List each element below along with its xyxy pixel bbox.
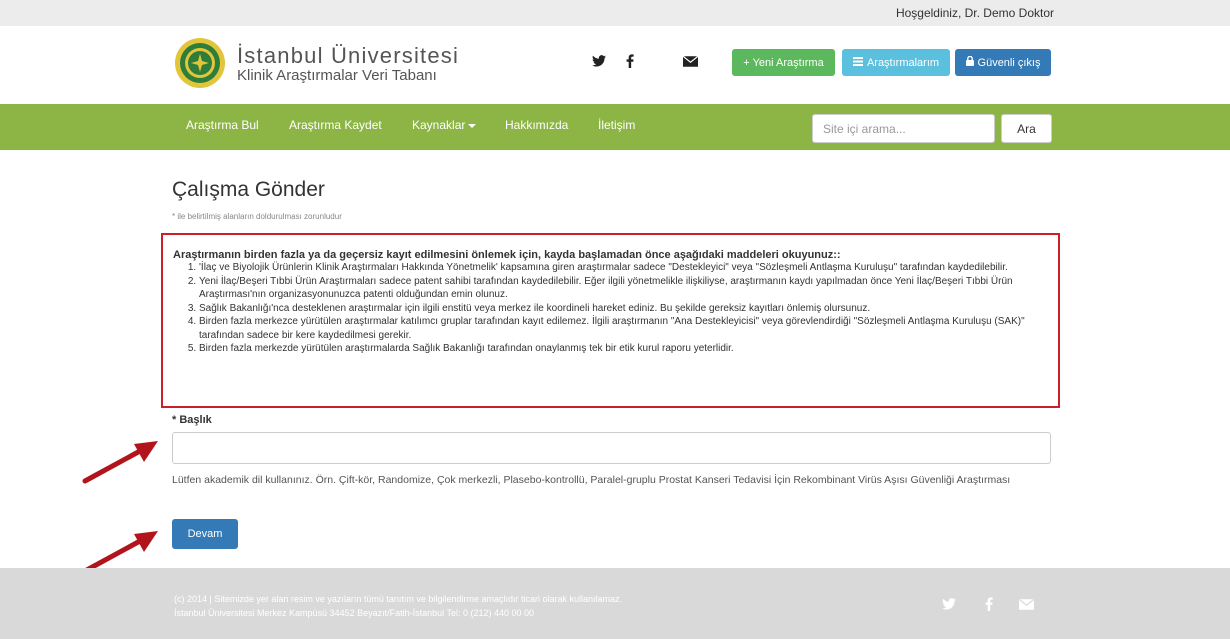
nav-item-about[interactable]: Hakkımızda — [505, 118, 568, 132]
nav-item-resources[interactable]: Kaynaklar — [412, 118, 477, 132]
notice-item: 'İlaç ve Biyolojik Ürünlerin Klinik Araş… — [199, 261, 1048, 275]
logout-label: Güvenli çıkış — [977, 56, 1041, 69]
nav-item-find-research[interactable]: Araştırma Bul — [186, 118, 259, 132]
footer-facebook-icon[interactable] — [980, 595, 998, 613]
warning-notice-box: Araştırmanın birden fazla ya da geçersiz… — [161, 233, 1060, 408]
welcome-text: Hoşgeldiniz, Dr. Demo Doktor — [895, 6, 1054, 20]
caret-down-icon — [468, 123, 477, 128]
title-input[interactable] — [172, 432, 1051, 464]
new-research-button[interactable]: + Yeni Araştırma — [732, 49, 835, 76]
facebook-icon[interactable] — [620, 51, 640, 71]
nav-item-contact[interactable]: İletişim — [598, 118, 635, 132]
site-footer: (c) 2014 | Sitemizde yer alan resim ve y… — [0, 568, 1230, 639]
new-research-label: + Yeni Araştırma — [743, 56, 824, 69]
notice-list: 'İlaç ve Biyolojik Ürünlerin Klinik Araş… — [199, 261, 1048, 356]
top-bar: Hoşgeldiniz, Dr. Demo Doktor — [0, 0, 1230, 26]
footer-envelope-icon[interactable] — [1017, 595, 1035, 613]
list-icon — [852, 56, 863, 69]
title-field-label: * Başlık — [172, 414, 212, 426]
footer-copyright: (c) 2014 | Sitemizde yer alan resim ve y… — [174, 592, 622, 620]
notice-item: Birden fazla merkezce yürütülen araştırm… — [199, 315, 1048, 342]
footer-twitter-icon[interactable] — [940, 595, 958, 613]
notice-title: Araştırmanın birden fazla ya da geçersiz… — [173, 249, 841, 261]
lock-icon — [965, 55, 974, 69]
annotation-arrow-icon — [82, 441, 158, 484]
university-seal-logo[interactable] — [174, 37, 226, 89]
title-help-text: Lütfen akademik dil kullanınız. Örn. Çif… — [172, 474, 1011, 486]
site-search-input[interactable] — [812, 114, 995, 143]
my-research-button[interactable]: Araştırmalarım — [842, 49, 950, 76]
notice-item: Sağlık Bakanlığı'nca desteklenen araştır… — [199, 302, 1048, 316]
site-header: İstanbul Üniversitesi Klinik Araştırmala… — [0, 26, 1230, 104]
envelope-icon[interactable] — [680, 51, 700, 71]
main-nav: Araştırma Bul Araştırma Kaydet Kaynaklar… — [0, 104, 1230, 150]
notice-item: Yeni İlaç/Beşeri Tıbbi Ürün Araştırmalar… — [199, 275, 1048, 302]
footer-line-2: İstanbul Üniversitesi Merkez Kampüsü 344… — [174, 608, 535, 618]
brand-subtitle: Klinik Araştırmalar Veri Tabanı — [237, 67, 437, 84]
page-title: Çalışma Gönder — [172, 178, 325, 201]
nav-item-resources-label: Kaynaklar — [412, 118, 466, 132]
notice-item: Birden fazla merkezde yürütülen araştırm… — [199, 342, 1048, 356]
brand-title: İstanbul Üniversitesi — [237, 43, 460, 68]
my-research-label: Araştırmalarım — [866, 56, 940, 69]
continue-button[interactable]: Devam — [172, 519, 238, 549]
footer-line-1: (c) 2014 | Sitemizde yer alan resim ve y… — [174, 594, 623, 604]
nav-item-register-research[interactable]: Araştırma Kaydet — [289, 118, 382, 132]
required-fields-note: * ile belirtilmiş alanların doldurulması… — [172, 212, 342, 221]
logout-button[interactable]: Güvenli çıkış — [955, 49, 1051, 76]
search-button[interactable]: Ara — [1001, 114, 1052, 143]
twitter-icon[interactable] — [589, 51, 609, 71]
